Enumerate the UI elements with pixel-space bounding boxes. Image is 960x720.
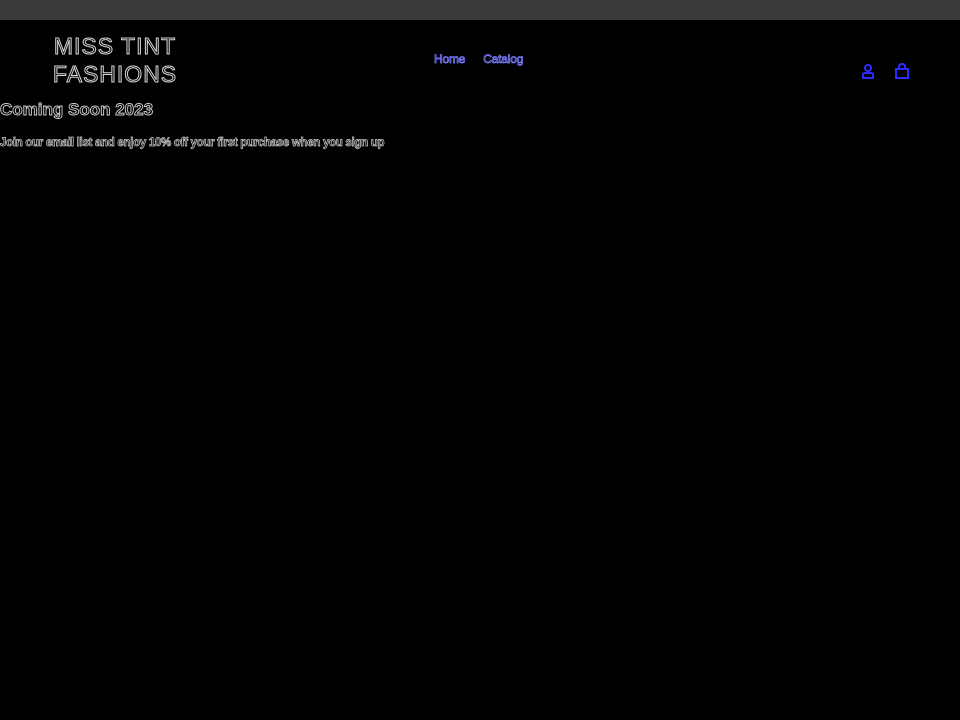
announcement-bar — [0, 0, 960, 20]
logo-line-1: MISS TINT — [53, 33, 177, 60]
site-header: MISS TINT FASHIONS Home Catalog — [0, 20, 960, 100]
shopping-bag-icon[interactable] — [894, 62, 910, 79]
main-nav: Home Catalog — [434, 52, 524, 67]
newsletter-text: Join our email list and enjoy 10% off yo… — [0, 137, 385, 150]
page-headline: Coming Soon 2023 — [0, 100, 154, 120]
user-icon[interactable] — [860, 63, 876, 79]
nav-link-home[interactable]: Home — [434, 52, 466, 67]
header-icons — [860, 62, 910, 79]
site-logo[interactable]: MISS TINT FASHIONS — [40, 32, 190, 88]
nav-link-catalog[interactable]: Catalog — [483, 52, 524, 67]
logo-line-2: FASHIONS — [52, 61, 178, 88]
